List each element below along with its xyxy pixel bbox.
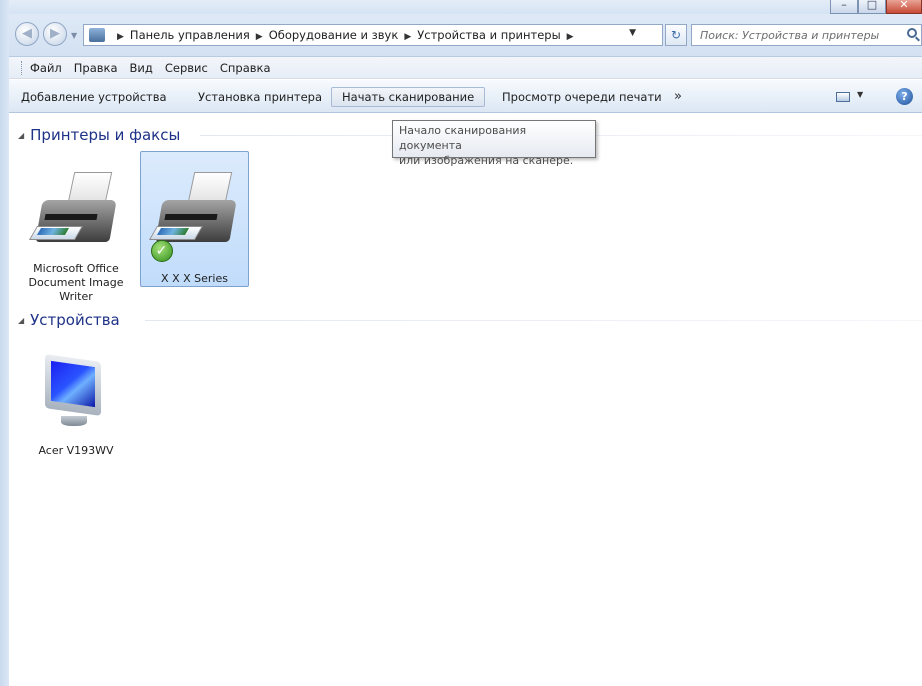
breadcrumb: ▶ Панель управления ▶ Оборудование и звук ▶ У…: [111, 28, 580, 42]
chevron-right-icon[interactable]: ▶: [117, 32, 124, 42]
menu-view[interactable]: Вид: [130, 61, 153, 75]
back-button[interactable]: ◀: [15, 22, 39, 46]
view-options-dropdown-icon[interactable]: ▼: [857, 90, 863, 99]
more-commands-button[interactable]: »: [674, 87, 682, 107]
control-panel-icon: [89, 28, 105, 42]
change-view-icon[interactable]: [836, 92, 850, 102]
menu-tools[interactable]: Сервис: [165, 61, 208, 75]
group-header-devices[interactable]: ◢ Устройства: [18, 309, 120, 331]
caption-buttons: – □ ✕: [830, 0, 922, 14]
printer-icon: [27, 166, 123, 262]
command-bar: Добавление устройства Установка принтера…: [9, 80, 922, 113]
address-bar[interactable]: ▶ Панель управления ▶ Оборудование и звук ▶ У…: [83, 24, 663, 46]
address-row: ◀ ▶ ▼ ▶ Панель управления ▶ Оборудование и …: [9, 14, 922, 57]
device-label-line: Microsoft Office: [33, 262, 119, 275]
scan-tooltip: Начало сканирования документа или изобра…: [392, 120, 596, 167]
device-item-xxx-series[interactable]: ✓ X X X Series: [140, 151, 249, 287]
minimize-icon: –: [841, 0, 847, 11]
device-label: Microsoft Office Document Image Writer: [27, 262, 125, 304]
printer-icon: ✓: [147, 166, 243, 262]
group-title-devices: Устройства: [30, 311, 120, 329]
group-title-printers: Принтеры и факсы: [30, 126, 181, 144]
device-label-line: Document Image: [28, 276, 124, 289]
add-printer-button[interactable]: Установка принтера: [188, 87, 332, 107]
menu-edit[interactable]: Правка: [74, 61, 118, 75]
menu-help[interactable]: Справка: [220, 61, 271, 75]
breadcrumb-hardware-sound[interactable]: Оборудование и звук: [269, 28, 399, 42]
start-scan-button[interactable]: Начать сканирование: [331, 87, 485, 107]
help-icon[interactable]: ?: [896, 88, 913, 105]
tooltip-line-1: Начало сканирования документа: [399, 124, 527, 152]
menu-bar: Файл Правка Вид Сервис Справка: [9, 57, 922, 79]
chevron-right-icon[interactable]: ▶: [567, 32, 574, 42]
maximize-icon: □: [866, 0, 878, 11]
device-label: X X X Series: [161, 272, 228, 285]
status-area: [9, 675, 922, 686]
device-item-ms-office-writer[interactable]: Microsoft Office Document Image Writer: [27, 166, 125, 304]
minimize-button[interactable]: –: [830, 0, 858, 14]
back-arrow-icon: ◀: [22, 26, 32, 41]
recent-pages-dropdown-icon[interactable]: ▼: [71, 31, 77, 40]
maximize-button[interactable]: □: [858, 0, 886, 14]
forward-button[interactable]: ▶: [43, 22, 67, 46]
window-frame-left: [0, 0, 9, 686]
group-divider: [145, 320, 922, 321]
refresh-button[interactable]: ↻: [665, 24, 687, 46]
add-device-button[interactable]: Добавление устройства: [11, 87, 177, 107]
device-label: Acer V193WV: [38, 444, 114, 457]
close-button[interactable]: ✕: [886, 0, 922, 14]
device-label-line: Writer: [59, 290, 93, 303]
forward-arrow-icon: ▶: [50, 26, 60, 41]
menu-grip: [21, 60, 24, 75]
search-input[interactable]: Поиск: Устройства и принтеры: [691, 24, 922, 46]
breadcrumb-control-panel[interactable]: Панель управления: [130, 28, 250, 42]
search-placeholder: Поиск: Устройства и принтеры: [700, 29, 880, 42]
collapse-triangle-icon[interactable]: ◢: [18, 131, 24, 140]
tooltip-line-2: или изображения на сканере.: [399, 154, 574, 167]
refresh-icon: ↻: [670, 28, 682, 42]
print-queue-button[interactable]: Просмотр очереди печати: [492, 87, 672, 107]
breadcrumb-devices-printers[interactable]: Устройства и принтеры: [417, 28, 560, 42]
title-bar: – □ ✕: [9, 0, 922, 14]
collapse-triangle-icon[interactable]: ◢: [18, 316, 24, 325]
close-icon: ✕: [899, 0, 909, 11]
default-printer-check-icon: ✓: [150, 240, 173, 262]
address-dropdown-icon[interactable]: ▼: [629, 28, 636, 38]
menu-file[interactable]: Файл: [30, 61, 62, 75]
group-header-printers[interactable]: ◢ Принтеры и факсы: [18, 124, 180, 146]
search-icon[interactable]: [907, 28, 917, 38]
monitor-icon: [27, 348, 123, 444]
chevron-right-icon[interactable]: ▶: [256, 32, 263, 42]
chevron-right-icon[interactable]: ▶: [404, 32, 411, 42]
device-item-acer-monitor[interactable]: Acer V193WV: [27, 348, 125, 458]
